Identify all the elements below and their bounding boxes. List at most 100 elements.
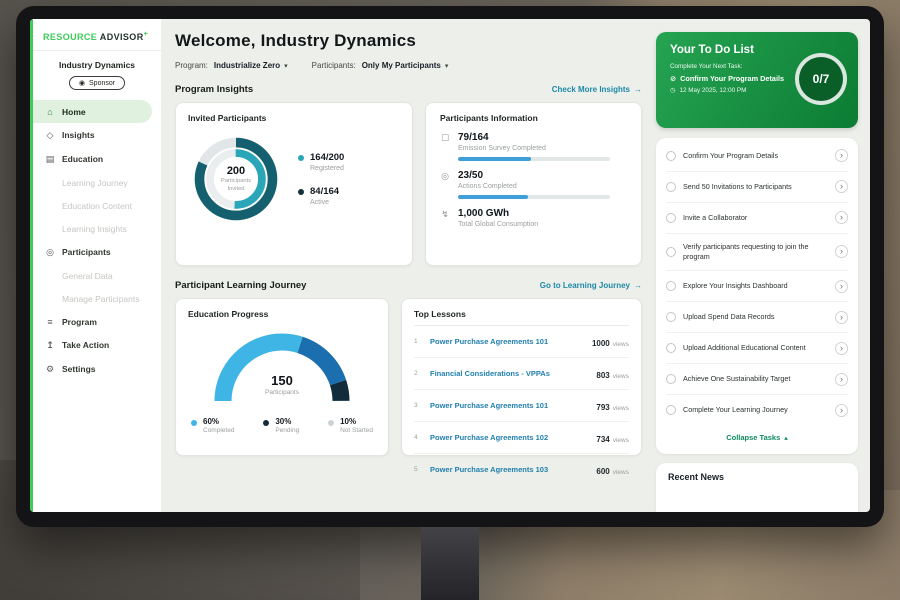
sidebar-item-general-data[interactable]: General Data xyxy=(33,264,161,287)
legend-item-not-started: 10% Not Started xyxy=(328,417,373,434)
task-label: Upload Spend Data Records xyxy=(683,312,828,322)
sidebar-item-take-action[interactable]: ↥ Take Action xyxy=(33,333,161,357)
stat-label: Actions Completed xyxy=(458,183,610,190)
education-icon: ▤ xyxy=(45,154,55,165)
donut-center-value: 200 xyxy=(227,165,245,177)
app-logo[interactable]: RESOURCE ADVISOR+ xyxy=(33,29,161,51)
checkbox-icon[interactable] xyxy=(666,405,676,415)
checkbox-icon[interactable] xyxy=(666,213,676,223)
sidebar-item-label: Education xyxy=(62,154,103,164)
lesson-link[interactable]: Power Purchase Agreements 101 xyxy=(430,401,588,410)
checkbox-icon[interactable] xyxy=(666,312,676,322)
sponsor-badge[interactable]: ◉ Sponsor xyxy=(69,76,125,90)
sidebar-item-program[interactable]: ≡ Program xyxy=(33,310,161,333)
take-action-icon: ↥ xyxy=(45,340,55,351)
circle-slash-icon: ⊘ xyxy=(670,74,676,83)
task-row-explore-insights[interactable]: Explore Your Insights Dashboard › xyxy=(666,271,848,302)
link-label: Check More Insights xyxy=(552,85,630,94)
home-icon: ⌂ xyxy=(45,107,55,117)
check-more-insights-link[interactable]: Check More Insights → xyxy=(552,85,642,94)
task-row-confirm-program[interactable]: Confirm Your Program Details › xyxy=(666,141,848,172)
card-title: Education Progress xyxy=(188,309,376,319)
chevron-right-icon[interactable]: › xyxy=(835,180,848,193)
legend-dot xyxy=(328,420,334,426)
invited-donut-chart: 200 Participants Invited xyxy=(188,131,284,227)
sidebar-item-education-content[interactable]: Education Content xyxy=(33,194,161,217)
checkbox-icon[interactable] xyxy=(666,374,676,384)
recent-news-card: Recent News xyxy=(656,463,858,512)
sidebar-item-settings[interactable]: ⚙ Settings xyxy=(33,357,161,381)
program-filter-dropdown[interactable]: Industrialize Zero ▾ xyxy=(214,61,288,70)
checkbox-icon[interactable] xyxy=(666,247,676,257)
stat-value: 79/164 xyxy=(458,132,610,143)
todo-progress-value: 0/7 xyxy=(813,72,830,86)
sidebar-item-home[interactable]: ⌂ Home xyxy=(33,100,152,123)
chevron-right-icon[interactable]: › xyxy=(835,373,848,386)
lesson-rank: 4 xyxy=(414,434,422,441)
lesson-link[interactable]: Power Purchase Agreements 101 xyxy=(430,337,584,346)
checkbox-icon[interactable] xyxy=(666,182,676,192)
logo-plus: + xyxy=(144,31,149,38)
logo-resource: RESOURCE xyxy=(43,32,97,42)
task-row-complete-learning-journey[interactable]: Complete Your Learning Journey › xyxy=(666,395,848,425)
task-row-invite-collaborator[interactable]: Invite a Collaborator › xyxy=(666,203,848,234)
sidebar-item-learning-journey[interactable]: Learning Journey xyxy=(33,171,161,194)
chevron-right-icon[interactable]: › xyxy=(835,404,848,417)
go-to-learning-journey-link[interactable]: Go to Learning Journey → xyxy=(540,281,642,290)
legend-value: 10% xyxy=(340,417,373,426)
gauge-center-value: 150 xyxy=(176,373,388,388)
legend-value: 30% xyxy=(275,417,299,426)
chevron-right-icon[interactable]: › xyxy=(835,245,848,258)
clock-icon: ◷ xyxy=(670,87,676,94)
lesson-link[interactable]: Power Purchase Agreements 103 xyxy=(430,465,588,474)
sidebar-item-education[interactable]: ▤ Education xyxy=(33,147,161,171)
legend-dot xyxy=(263,420,269,426)
learning-journey-header: Participant Learning Journey Go to Learn… xyxy=(175,280,642,291)
chevron-right-icon[interactable]: › xyxy=(835,311,848,324)
lesson-link[interactable]: Financial Considerations - VPPAs xyxy=(430,369,588,378)
lesson-row: 4 Power Purchase Agreements 102 734views xyxy=(414,422,629,454)
chevron-right-icon[interactable]: › xyxy=(835,149,848,162)
chevron-right-icon[interactable]: › xyxy=(835,211,848,224)
actions-progress-bar xyxy=(458,195,610,199)
gauge-center-label: Participants xyxy=(176,389,388,396)
sidebar-nav: ⌂ Home ◇ Insights ▤ Education Learning J… xyxy=(33,96,161,512)
stat-value: 23/50 xyxy=(458,170,610,181)
collapse-tasks-link[interactable]: Collapse Tasks ▴ xyxy=(666,425,848,451)
recent-news-title: Recent News xyxy=(668,472,724,482)
checkbox-icon[interactable] xyxy=(666,281,676,291)
sidebar: RESOURCE ADVISOR+ Industry Dynamics ◉ Sp… xyxy=(30,19,161,512)
sponsor-label: Sponsor xyxy=(89,80,115,87)
lesson-row: 2 Financial Considerations - VPPAs 803vi… xyxy=(414,358,629,390)
participants-filter-dropdown[interactable]: Only My Participants ▾ xyxy=(362,61,449,70)
legend-dot xyxy=(298,155,304,161)
chevron-up-icon: ▴ xyxy=(784,434,788,442)
lesson-rank: 5 xyxy=(414,466,422,473)
sidebar-item-insights[interactable]: ◇ Insights xyxy=(33,123,161,147)
legend-value: 60% xyxy=(203,417,234,426)
program-insights-header: Program Insights Check More Insights → xyxy=(175,84,642,95)
chevron-right-icon[interactable]: › xyxy=(835,342,848,355)
checkbox-icon[interactable] xyxy=(666,343,676,353)
lesson-views: 734views xyxy=(596,429,629,447)
task-row-upload-educational-content[interactable]: Upload Additional Educational Content › xyxy=(666,333,848,364)
sidebar-item-learning-insights[interactable]: Learning Insights xyxy=(33,217,161,240)
insights-icon: ◇ xyxy=(45,130,55,141)
filter-bar: Program: Industrialize Zero ▾ Participan… xyxy=(175,61,642,70)
sidebar-item-participants[interactable]: ◎ Participants xyxy=(33,240,161,264)
checkbox-icon[interactable] xyxy=(666,151,676,161)
sidebar-item-manage-participants[interactable]: Manage Participants xyxy=(33,287,161,310)
sidebar-item-label: Education Content xyxy=(62,201,132,211)
task-row-achieve-target[interactable]: Achieve One Sustainability Target › xyxy=(666,364,848,395)
chevron-down-icon: ▾ xyxy=(284,62,288,70)
task-row-upload-spend-data[interactable]: Upload Spend Data Records › xyxy=(666,302,848,333)
sidebar-item-label: Insights xyxy=(62,130,95,140)
org-name: Industry Dynamics xyxy=(33,51,161,76)
task-row-send-invitations[interactable]: Send 50 Invitations to Participants › xyxy=(666,172,848,203)
sidebar-item-label: General Data xyxy=(62,271,113,281)
lesson-link[interactable]: Power Purchase Agreements 102 xyxy=(430,433,588,442)
chevron-right-icon[interactable]: › xyxy=(835,280,848,293)
sidebar-item-label: Learning Journey xyxy=(62,178,128,188)
task-row-verify-participants[interactable]: Verify participants requesting to join t… xyxy=(666,234,848,271)
card-title: Invited Participants xyxy=(188,113,400,123)
